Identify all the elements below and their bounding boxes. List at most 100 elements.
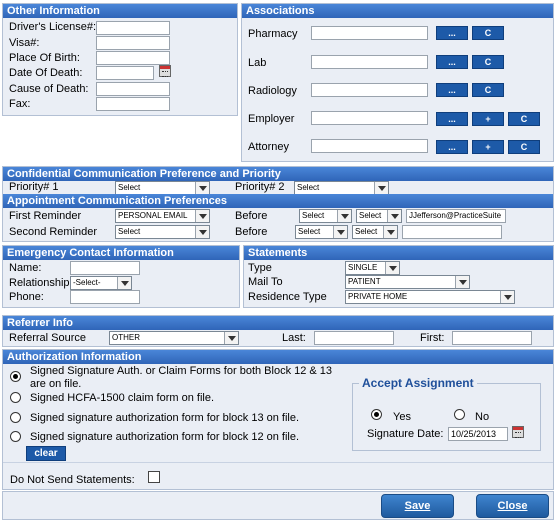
first-before-value-1: Select xyxy=(302,211,325,220)
referrer-first-label: First: xyxy=(420,332,445,344)
residence-type-select[interactable]: PRIVATE HOME xyxy=(345,290,515,304)
attorney-clear-button[interactable]: C xyxy=(508,140,540,154)
chevron-down-icon xyxy=(195,210,209,222)
referrer-last-label: Last: xyxy=(282,332,306,344)
first-reminder-label: First Reminder xyxy=(9,210,82,222)
employer-clear-button[interactable]: C xyxy=(508,112,540,126)
referrer-last-input[interactable] xyxy=(314,331,394,345)
priority1-label: Priority# 1 xyxy=(9,181,59,193)
employer-add-button[interactable]: + xyxy=(472,112,504,126)
date-of-death-input[interactable] xyxy=(96,66,154,80)
chevron-down-icon xyxy=(387,210,401,222)
accept-yes-label: Yes xyxy=(393,411,411,423)
cause-of-death-input[interactable] xyxy=(96,82,170,96)
accept-assignment-group: Accept Assignment Yes No Signature Date:… xyxy=(352,376,541,451)
auth-option-1-radio[interactable] xyxy=(10,371,21,382)
mail-to-value: PATIENT xyxy=(348,277,381,286)
chevron-down-icon xyxy=(195,226,209,238)
authorization-panel: Authorization Information Signed Signatu… xyxy=(2,349,554,490)
first-reminder-select[interactable]: PERSONAL EMAIL xyxy=(115,209,210,223)
no-statements-label: Do Not Send Statements: xyxy=(10,474,135,486)
first-before-select-2[interactable]: Select xyxy=(356,209,402,223)
chevron-down-icon xyxy=(195,182,209,194)
emergency-contact-header: Emergency Contact Information xyxy=(3,246,239,260)
radiology-browse-button[interactable]: ... xyxy=(436,83,468,97)
referral-source-select[interactable]: OTHER xyxy=(109,331,239,345)
associations-panel: Associations Pharmacy ... C Lab ... C Ra… xyxy=(241,3,554,162)
relationship-select[interactable]: -Select- xyxy=(70,276,132,290)
chevron-down-icon xyxy=(337,210,351,222)
referral-source-value: OTHER xyxy=(112,333,140,342)
second-before-select-2[interactable]: Select xyxy=(352,225,398,239)
save-button[interactable]: Save xyxy=(381,494,454,518)
fax-input[interactable] xyxy=(96,97,170,111)
attorney-add-button[interactable]: + xyxy=(472,140,504,154)
mail-to-select[interactable]: PATIENT xyxy=(345,275,470,289)
confidential-communication-header: Confidential Communication Preference an… xyxy=(3,167,553,181)
radiology-clear-button[interactable]: C xyxy=(472,83,504,97)
statement-type-value: SINGLE xyxy=(348,263,378,272)
cause-of-death-label: Cause of Death: xyxy=(9,83,89,95)
emergency-contact-panel: Emergency Contact Information Name: Rela… xyxy=(2,245,240,308)
chevron-down-icon xyxy=(333,226,347,238)
second-before-select-1[interactable]: Select xyxy=(295,225,348,239)
second-before-value-1: Select xyxy=(298,227,321,236)
attorney-input[interactable] xyxy=(311,139,428,153)
auth-option-4-label: Signed signature authorization form for … xyxy=(30,431,300,443)
first-before-select-1[interactable]: Select xyxy=(299,209,352,223)
first-reminder-address-input[interactable]: JJefferson@PracticeSuite xyxy=(406,209,506,223)
attorney-label: Attorney xyxy=(248,141,289,153)
pharmacy-browse-button[interactable]: ... xyxy=(436,26,468,40)
referrer-first-input[interactable] xyxy=(452,331,532,345)
attorney-browse-button[interactable]: ... xyxy=(436,140,468,154)
auth-clear-button[interactable]: clear xyxy=(26,446,66,461)
second-reminder-address-input[interactable] xyxy=(402,225,502,239)
auth-option-3-radio[interactable] xyxy=(10,412,21,423)
mail-to-label: Mail To xyxy=(248,276,283,288)
auth-option-4-radio[interactable] xyxy=(10,431,21,442)
residence-type-value: PRIVATE HOME xyxy=(348,292,408,301)
drivers-license-label: Driver's License#: xyxy=(9,21,97,33)
emergency-phone-input[interactable] xyxy=(70,290,140,304)
date-of-death-calendar-icon[interactable] xyxy=(159,65,171,77)
priority2-select[interactable]: Select xyxy=(294,181,389,195)
accept-assignment-title: Accept Assignment xyxy=(359,376,477,390)
employer-input[interactable] xyxy=(311,111,428,125)
other-information-header: Other Information xyxy=(3,4,237,18)
date-of-death-label: Date Of Death: xyxy=(9,67,83,79)
auth-option-2-radio[interactable] xyxy=(10,392,21,403)
lab-input[interactable] xyxy=(311,55,428,69)
confidential-communication-panel: Confidential Communication Preference an… xyxy=(2,166,554,242)
close-button[interactable]: Close xyxy=(476,494,549,518)
visa-input[interactable] xyxy=(96,36,170,50)
emergency-phone-label: Phone: xyxy=(9,291,44,303)
pharmacy-clear-button[interactable]: C xyxy=(472,26,504,40)
signature-date-calendar-icon[interactable] xyxy=(512,426,524,438)
second-reminder-value: Select xyxy=(118,227,141,236)
lab-clear-button[interactable]: C xyxy=(472,55,504,69)
place-of-birth-input[interactable] xyxy=(96,51,170,65)
relationship-value: -Select- xyxy=(73,278,101,287)
priority1-select[interactable]: Select xyxy=(115,181,210,195)
second-reminder-select[interactable]: Select xyxy=(115,225,210,239)
lab-browse-button[interactable]: ... xyxy=(436,55,468,69)
employer-browse-button[interactable]: ... xyxy=(436,112,468,126)
employer-label: Employer xyxy=(248,113,295,125)
authorization-header: Authorization Information xyxy=(3,350,553,364)
radiology-input[interactable] xyxy=(311,83,428,97)
emergency-name-input[interactable] xyxy=(70,261,140,275)
second-before-label: Before xyxy=(235,226,268,238)
priority2-label: Priority# 2 xyxy=(235,181,285,193)
accept-no-radio[interactable] xyxy=(454,409,465,420)
pharmacy-input[interactable] xyxy=(311,26,428,40)
no-statements-checkbox[interactable] xyxy=(148,471,160,483)
auth-option-3-label: Signed signature authorization form for … xyxy=(30,412,300,424)
drivers-license-input[interactable] xyxy=(96,21,170,35)
accept-yes-radio[interactable] xyxy=(371,409,382,420)
statement-type-select[interactable]: SINGLE xyxy=(345,261,400,275)
other-information-panel: Other Information Driver's License#: Vis… xyxy=(2,3,238,116)
second-reminder-label: Second Reminder xyxy=(9,226,98,238)
residence-type-label: Residence Type xyxy=(248,291,327,303)
signature-date-input[interactable]: 10/25/2013 xyxy=(448,427,508,441)
priority2-value: Select xyxy=(297,183,320,192)
